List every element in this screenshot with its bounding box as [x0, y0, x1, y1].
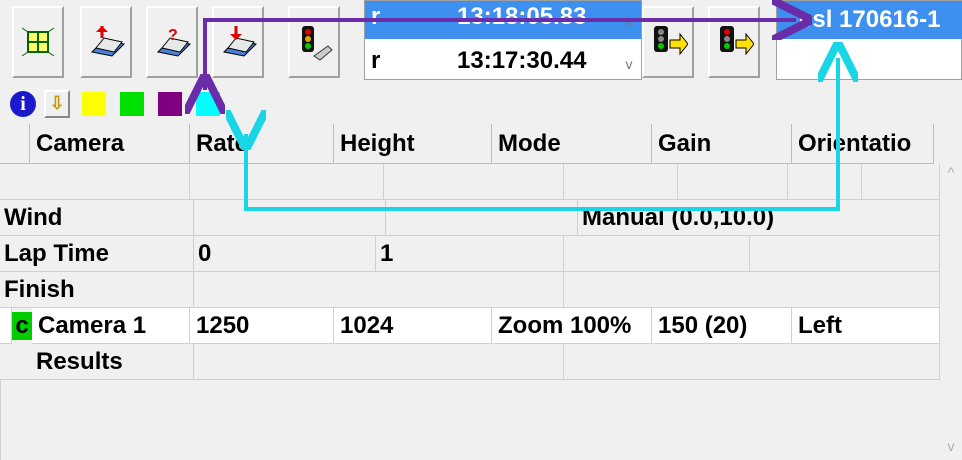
grid-header: Camera Rate Height Mode Gain Orientatio	[0, 124, 940, 164]
time-row-selected[interactable]: r 13:18:05.83	[365, 1, 641, 39]
table-cell-mode[interactable]: Zoom 100%	[492, 308, 652, 344]
table-cell[interactable]	[564, 344, 940, 380]
table-cell-height[interactable]: 1024	[334, 308, 492, 344]
time-row1-value: 13:18:05.83	[457, 3, 587, 30]
traffic-light-next-button[interactable]	[708, 6, 760, 78]
table-cell[interactable]	[564, 272, 940, 308]
download-card-button[interactable]	[212, 6, 264, 78]
table-cell[interactable]: Manual (0.0,10.0)	[578, 200, 940, 236]
question-card-icon: ?	[156, 27, 192, 57]
color-swatch-row: i ⇩	[0, 86, 962, 122]
column-header-orientation[interactable]: Orientatio	[792, 124, 934, 164]
column-header-height[interactable]: Height	[334, 124, 492, 164]
table-cell[interactable]	[564, 164, 678, 200]
session-panel[interactable]: csl 170616-1	[776, 0, 962, 80]
spin-up-icon[interactable]: ^	[619, 17, 639, 35]
sort-down-icon[interactable]: ⇩	[44, 90, 70, 118]
grid-empty-area	[0, 380, 940, 460]
traffic-light-next-icon	[720, 26, 754, 56]
session-label[interactable]: csl 170616-1	[777, 1, 962, 39]
column-header-camera[interactable]: Camera	[30, 124, 190, 164]
row-gap	[0, 308, 12, 344]
table-cell[interactable]	[190, 164, 384, 200]
upload-card-icon	[90, 26, 126, 57]
traffic-light-hand-icon	[302, 26, 333, 61]
row-label: Finish	[0, 272, 194, 308]
table-row[interactable]: Wind Manual (0.0,10.0)	[0, 200, 940, 236]
download-card-icon	[222, 26, 258, 57]
table-row-camera[interactable]: c Camera 1 1250 1024 Zoom 100% 150 (20) …	[0, 308, 940, 344]
table-cell[interactable]: 0	[194, 236, 376, 272]
column-header-mode[interactable]: Mode	[492, 124, 652, 164]
spin-down-icon[interactable]: v	[619, 55, 639, 73]
purple-swatch[interactable]	[158, 92, 182, 116]
table-cell[interactable]	[386, 200, 578, 236]
traffic-light-go-button[interactable]	[642, 6, 694, 78]
table-cell-rate[interactable]: 1250	[190, 308, 334, 344]
table-cell[interactable]	[194, 272, 564, 308]
upload-card-button[interactable]	[80, 6, 132, 78]
row-label	[0, 164, 190, 200]
row-label[interactable]: Camera 1	[32, 308, 190, 344]
table-row[interactable]: Results	[0, 344, 940, 380]
table-row[interactable]: Lap Time 0 1	[0, 236, 940, 272]
column-header-rate[interactable]: Rate	[190, 124, 334, 164]
traffic-light-go-icon	[654, 26, 688, 56]
camera-grid: Camera Rate Height Mode Gain Orientatio …	[0, 124, 940, 460]
table-cell[interactable]	[862, 164, 940, 200]
row-label: Lap Time	[0, 236, 194, 272]
yellow-swatch[interactable]	[82, 92, 106, 116]
table-cell[interactable]	[194, 344, 564, 380]
table-cell[interactable]	[194, 200, 386, 236]
traffic-light-hand-button[interactable]	[288, 6, 340, 78]
time-row2-value: 13:17:30.44	[457, 47, 587, 74]
time-row2-label: r	[371, 47, 381, 74]
header-corner	[0, 124, 30, 164]
scroll-up-icon[interactable]: ^	[942, 164, 960, 180]
scroll-down-icon[interactable]: v	[942, 438, 960, 454]
table-row[interactable]	[0, 164, 940, 200]
table-cell-gain[interactable]: 150 (20)	[652, 308, 792, 344]
table-cell[interactable]	[384, 164, 564, 200]
toolbar: ? r 13:18:05.83 r 13:17:30.44 ^ v csl 17…	[0, 0, 962, 84]
cyan-swatch[interactable]	[196, 92, 220, 116]
time-row1-label: r	[371, 3, 381, 30]
column-header-gain[interactable]: Gain	[652, 124, 792, 164]
row-label: Results	[0, 344, 194, 380]
green-swatch[interactable]	[120, 92, 144, 116]
table-cell[interactable]	[678, 164, 788, 200]
row-label: Wind	[0, 200, 194, 236]
camera-marker: c	[12, 312, 32, 340]
info-icon[interactable]: i	[10, 91, 36, 117]
table-cell[interactable]: 1	[376, 236, 564, 272]
time-panel[interactable]: r 13:18:05.83 r 13:17:30.44 ^ v	[364, 0, 642, 80]
table-cell[interactable]	[750, 236, 940, 272]
question-card-button[interactable]: ?	[146, 6, 198, 78]
svg-text:?: ?	[168, 27, 178, 44]
table-cell-orientation[interactable]: Left	[792, 308, 940, 344]
table-cell[interactable]	[564, 236, 750, 272]
table-cell[interactable]	[788, 164, 862, 200]
grid-target-icon	[22, 27, 54, 57]
table-row[interactable]: Finish	[0, 272, 940, 308]
vertical-scrollbar[interactable]: ^ v	[940, 124, 962, 460]
grid-target-button[interactable]	[12, 6, 64, 78]
